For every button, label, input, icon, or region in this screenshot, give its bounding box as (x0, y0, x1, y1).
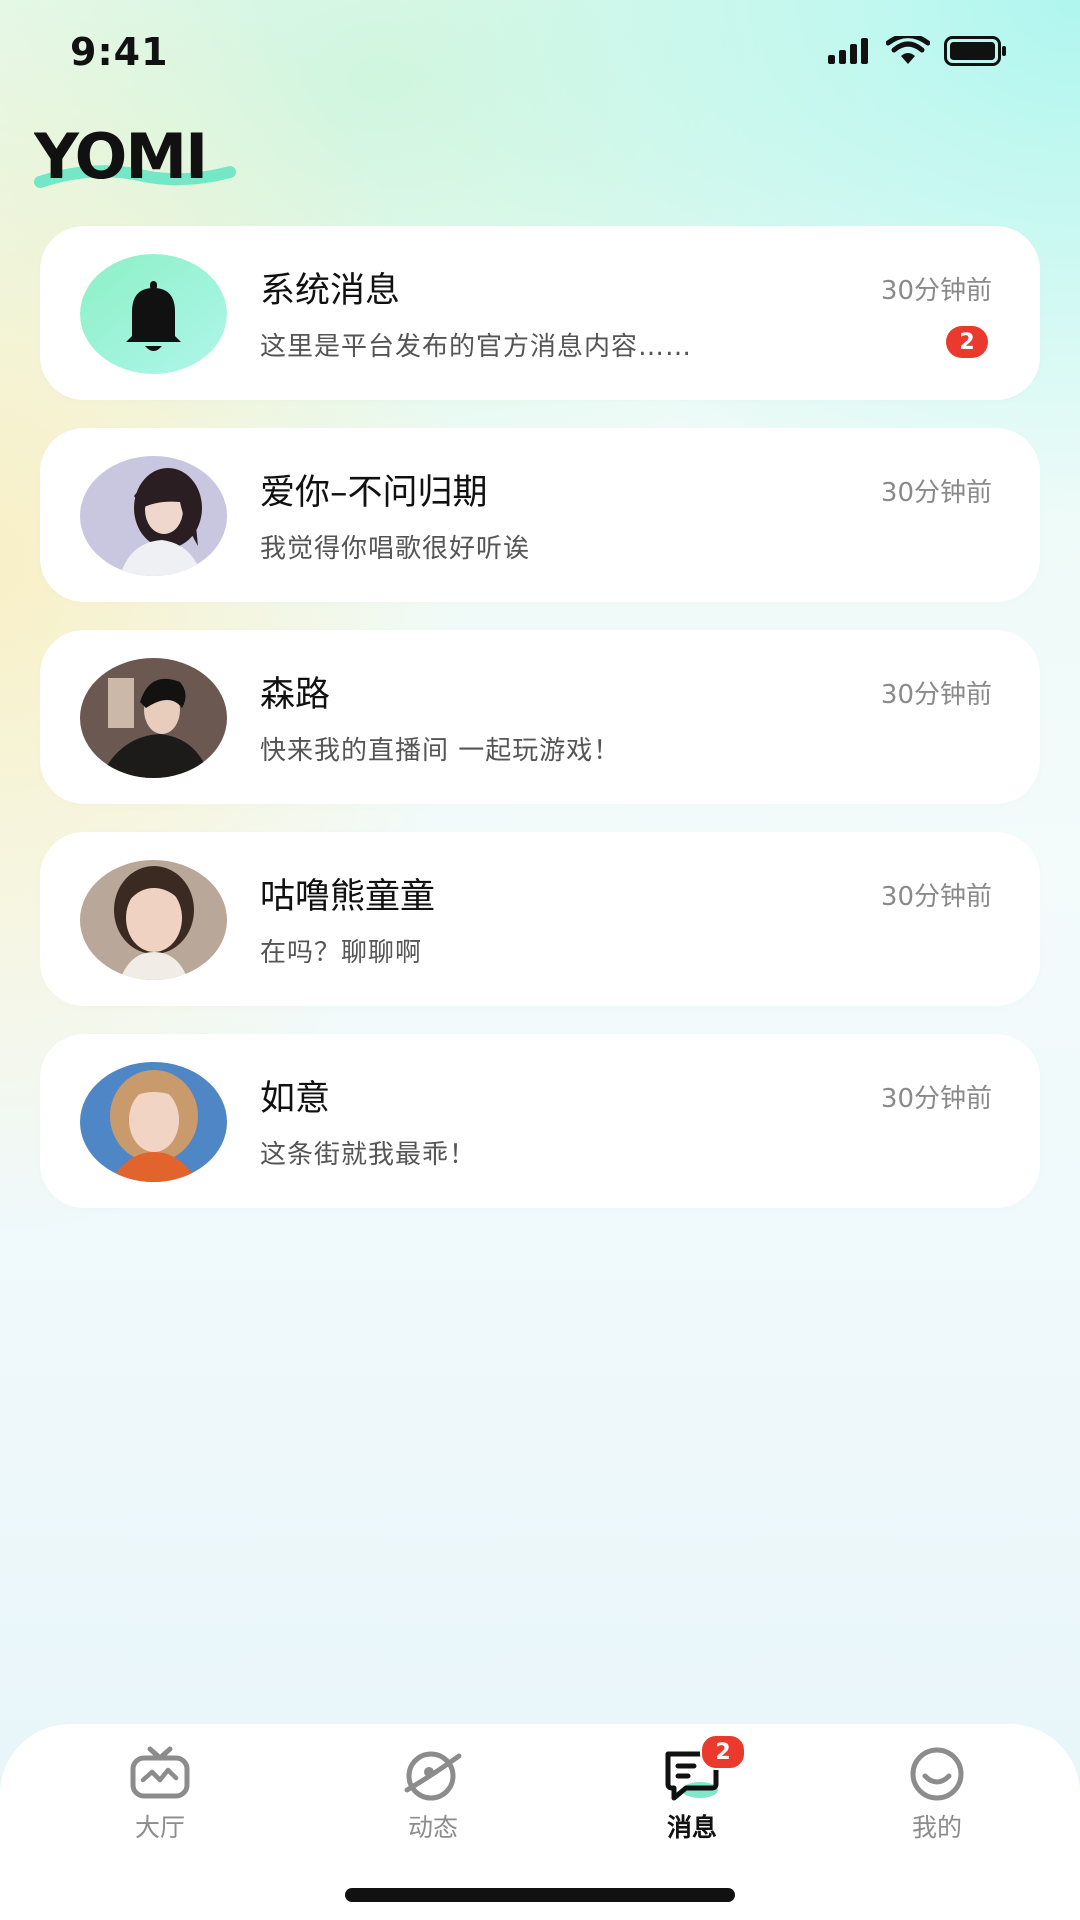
avatar (80, 658, 227, 778)
contact-name: 系统消息 (260, 271, 401, 311)
signal-icon (828, 38, 868, 64)
status-icons (828, 36, 1008, 66)
tab-profile[interactable]: 我的 (857, 1746, 1017, 1866)
avatar (80, 1062, 227, 1182)
tab-label: 动态 (407, 1813, 458, 1842)
avatar (80, 456, 227, 576)
message-time: 30分钟前 (880, 680, 992, 710)
wifi-icon (886, 36, 930, 64)
status-time: 9:41 (70, 30, 169, 74)
tab-label: 我的 (911, 1813, 962, 1842)
tv-icon (128, 1746, 192, 1802)
planet-icon (401, 1746, 465, 1802)
list-item-chat[interactable]: 咕噜熊童童 30分钟前 在吗？聊聊啊 (40, 832, 1040, 1006)
smile-icon (905, 1746, 969, 1802)
list-item-chat[interactable]: 森路 30分钟前 快来我的直播间 一起玩游戏！ (40, 630, 1040, 804)
message-time: 30分钟前 (880, 478, 992, 508)
contact-name: 森路 (260, 675, 331, 715)
tab-moments[interactable]: 动态 (353, 1746, 513, 1866)
avatar-system (80, 254, 227, 374)
tab-messages[interactable]: 2 消息 (612, 1734, 772, 1866)
message-preview: 快来我的直播间 一起玩游戏！ (260, 736, 621, 766)
contact-name: 咕噜熊童童 (260, 877, 436, 917)
avatar (80, 860, 227, 980)
logo-text: YOMI (34, 120, 206, 193)
list-item-chat[interactable]: 爱你–不问归期 30分钟前 我觉得你唱歌很好听诶 (40, 428, 1040, 602)
message-preview: 这条街就我最乖！ (260, 1140, 477, 1170)
list-item-chat[interactable]: 如意 30分钟前 这条街就我最乖！ (40, 1034, 1040, 1208)
list-item-system[interactable]: 系统消息 30分钟前 这里是平台发布的官方消息内容…… 2 (40, 226, 1040, 400)
message-preview: 这里是平台发布的官方消息内容…… (260, 332, 693, 362)
message-preview: 我觉得你唱歌很好听诶 (260, 534, 531, 564)
tab-hall[interactable]: 大厅 (80, 1746, 240, 1866)
message-list: 系统消息 30分钟前 这里是平台发布的官方消息内容…… 2 爱你–不问归期 30… (40, 226, 1040, 1236)
message-time: 30分钟前 (880, 882, 992, 912)
message-time: 30分钟前 (880, 276, 992, 306)
contact-name: 如意 (260, 1079, 331, 1119)
unread-badge: 2 (946, 326, 988, 358)
contact-name: 爱你–不问归期 (260, 473, 488, 513)
tab-label: 大厅 (134, 1813, 185, 1842)
battery-icon (944, 36, 1006, 66)
status-bar: 9:41 (0, 0, 1080, 110)
app-logo: YOMI (33, 120, 244, 200)
message-preview: 在吗？聊聊啊 (260, 938, 423, 968)
chat-icon: 2 (660, 1734, 746, 1802)
tab-label: 消息 (666, 1813, 717, 1842)
message-time: 30分钟前 (880, 1084, 992, 1114)
home-indicator (345, 1888, 735, 1902)
tab-badge: 2 (700, 1734, 746, 1770)
